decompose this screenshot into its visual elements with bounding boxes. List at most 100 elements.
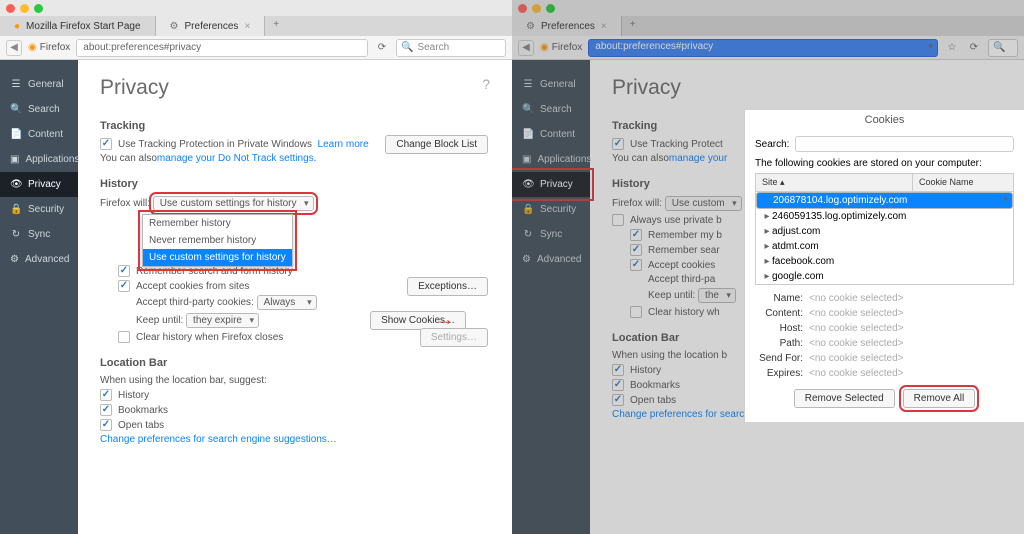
preferences-content: ? Privacy Tracking Use Tracking Protecti… (78, 60, 512, 534)
bookmark-icon[interactable]: ☆ (944, 40, 960, 56)
col-site[interactable]: Site ▴ (756, 174, 913, 191)
third-party-select[interactable]: Always (257, 295, 317, 310)
sidebar-item-search[interactable]: 🔍Search (512, 97, 590, 122)
advanced-icon: ⚙ (10, 254, 19, 265)
sidebar-item-sync[interactable]: ↻Sync (0, 222, 78, 247)
sidebar-item-advanced[interactable]: ⚙Advanced (0, 247, 78, 272)
cookies-header: Site ▴ Cookie Name (756, 174, 1013, 192)
history-option-never[interactable]: Never remember history (143, 232, 292, 249)
cookie-meta-content: Content:<no cookie selected> (745, 306, 1024, 321)
clear-on-close-checkbox[interactable] (118, 331, 130, 343)
tabbar-right: ⚙Preferences× + (512, 16, 1024, 36)
sidebar-item-security[interactable]: 🔒Security (512, 197, 590, 222)
suggest-opentabs-checkbox[interactable] (100, 419, 112, 431)
content-icon: 📄 (10, 129, 22, 140)
change-block-list-button[interactable]: Change Block List (385, 135, 488, 154)
sidebar-item-security[interactable]: 🔒Security (0, 197, 78, 222)
cookies-desc: The following cookies are stored on your… (745, 158, 1024, 173)
general-icon: ☰ (10, 79, 22, 90)
history-option-custom[interactable]: Use custom settings for history (143, 249, 292, 266)
search-box[interactable]: 🔍Search (396, 39, 506, 57)
sidebar-item-search[interactable]: 🔍Search (0, 97, 78, 122)
sidebar-item-applications[interactable]: ▣Applications (512, 147, 590, 172)
url-bar[interactable]: about:preferences#privacy (76, 39, 368, 57)
suggest-history-checkbox[interactable] (100, 389, 112, 401)
cookie-meta-name: Name:<no cookie selected> (745, 291, 1024, 306)
cookie-meta-expires: Expires:<no cookie selected> (745, 366, 1024, 381)
maximize-icon[interactable] (546, 4, 555, 13)
minimize-icon[interactable] (20, 4, 29, 13)
cookie-row[interactable]: 206878104.log.optimizely.com (756, 192, 1013, 209)
help-icon[interactable]: ? (482, 76, 490, 92)
preferences-sidebar: ☰General 🔍Search 📄Content ▣Applications … (0, 60, 78, 534)
keep-until-select[interactable]: they expire (186, 313, 259, 328)
search-nav-icon: 🔍 (10, 104, 22, 115)
sort-icon: ▴ (780, 177, 785, 187)
remember-sf-checkbox[interactable] (118, 265, 130, 277)
cookie-row[interactable]: ▸facebook.com (756, 254, 1013, 269)
tab-preferences[interactable]: ⚙Preferences× (156, 16, 266, 36)
close-icon[interactable] (518, 4, 527, 13)
identity-box: ◉ Firefox (28, 42, 70, 53)
sidebar-item-privacy[interactable]: 👁Privacy (512, 172, 590, 197)
new-tab-button[interactable]: + (265, 16, 287, 36)
search-icon: 🔍 (993, 42, 1005, 53)
search-icon: 🔍 (401, 42, 413, 53)
cookies-search-input[interactable] (795, 136, 1014, 152)
toolbar: ◀ ◉ Firefox about:preferences#privacy ⟳ … (0, 36, 512, 60)
history-option-remember[interactable]: Remember history (143, 215, 292, 232)
col-cookie-name[interactable]: Cookie Name (913, 174, 1013, 191)
cookies-title: Cookies (745, 110, 1024, 136)
search-suggestions-link[interactable]: Change preferences for search engine sug… (100, 434, 337, 445)
window-right: ⚙Preferences× + ◀ ◉ Firefox about:prefer… (512, 0, 1024, 534)
toolbar-right: ◀ ◉ Firefox about:preferences#privacy ☆ … (512, 36, 1024, 60)
history-section: History (100, 178, 490, 190)
tracking-protection-checkbox[interactable] (100, 138, 112, 150)
preferences-sidebar-right: ☰General 🔍Search 📄Content ▣Applications … (512, 60, 590, 534)
sidebar-item-sync[interactable]: ↻Sync (512, 222, 590, 247)
cookie-row[interactable]: ▸google.com (756, 269, 1013, 284)
cookie-meta-path: Path:<no cookie selected> (745, 336, 1024, 351)
privacy-icon: 👁 (10, 179, 22, 190)
sidebar-item-content[interactable]: 📄Content (0, 122, 78, 147)
sync-icon: ↻ (10, 229, 22, 240)
back-button[interactable]: ◀ (6, 40, 22, 56)
cookie-meta-host: Host:<no cookie selected> (745, 321, 1024, 336)
applications-icon: ▣ (10, 154, 19, 165)
sidebar-item-general[interactable]: ☰General (512, 72, 590, 97)
cookies-list: Site ▴ Cookie Name 206878104.log.optimiz… (755, 173, 1014, 285)
url-bar[interactable]: about:preferences#privacy (588, 39, 938, 57)
cookie-row[interactable]: ▸atdmt.com (756, 239, 1013, 254)
dnt-link[interactable]: manage your Do Not Track settings (157, 153, 314, 164)
learn-more-link[interactable]: Learn more (318, 139, 369, 150)
exceptions-button[interactable]: Exceptions… (407, 277, 488, 296)
new-tab-button[interactable]: + (622, 16, 644, 36)
titlebar-right (512, 0, 1024, 16)
location-section: Location Bar (100, 357, 490, 369)
page-title: Privacy (100, 76, 490, 100)
suggest-bookmarks-checkbox[interactable] (100, 404, 112, 416)
sidebar-item-general[interactable]: ☰General (0, 72, 78, 97)
maximize-icon[interactable] (34, 4, 43, 13)
search-box[interactable]: 🔍 (988, 39, 1018, 57)
cookie-row[interactable]: ▸246059135.log.optimizely.com (756, 209, 1013, 224)
tab-firefox-start[interactable]: ●Mozilla Firefox Start Page (0, 16, 156, 36)
sidebar-item-privacy[interactable]: 👁Privacy (0, 172, 78, 197)
window-left: ●Mozilla Firefox Start Page ⚙Preferences… (0, 0, 512, 534)
remove-selected-button[interactable]: Remove Selected (794, 389, 895, 408)
tab-preferences[interactable]: ⚙Preferences× (512, 16, 622, 36)
minimize-icon[interactable] (532, 4, 541, 13)
sidebar-item-advanced[interactable]: ⚙Advanced (512, 247, 590, 272)
remove-all-button[interactable]: Remove All (903, 389, 976, 408)
refresh-button[interactable]: ⟳ (374, 40, 390, 56)
clear-settings-button: Settings… (420, 328, 488, 347)
close-icon[interactable] (6, 4, 15, 13)
history-mode-select[interactable]: Use custom settings for history (153, 196, 314, 211)
back-button[interactable]: ◀ (518, 40, 534, 56)
refresh-button[interactable]: ⟳ (966, 40, 982, 56)
security-icon: 🔒 (10, 204, 22, 215)
cookie-row[interactable]: ▸adjust.com (756, 224, 1013, 239)
sidebar-item-content[interactable]: 📄Content (512, 122, 590, 147)
accept-cookies-checkbox[interactable] (118, 280, 130, 292)
sidebar-item-applications[interactable]: ▣Applications (0, 147, 78, 172)
